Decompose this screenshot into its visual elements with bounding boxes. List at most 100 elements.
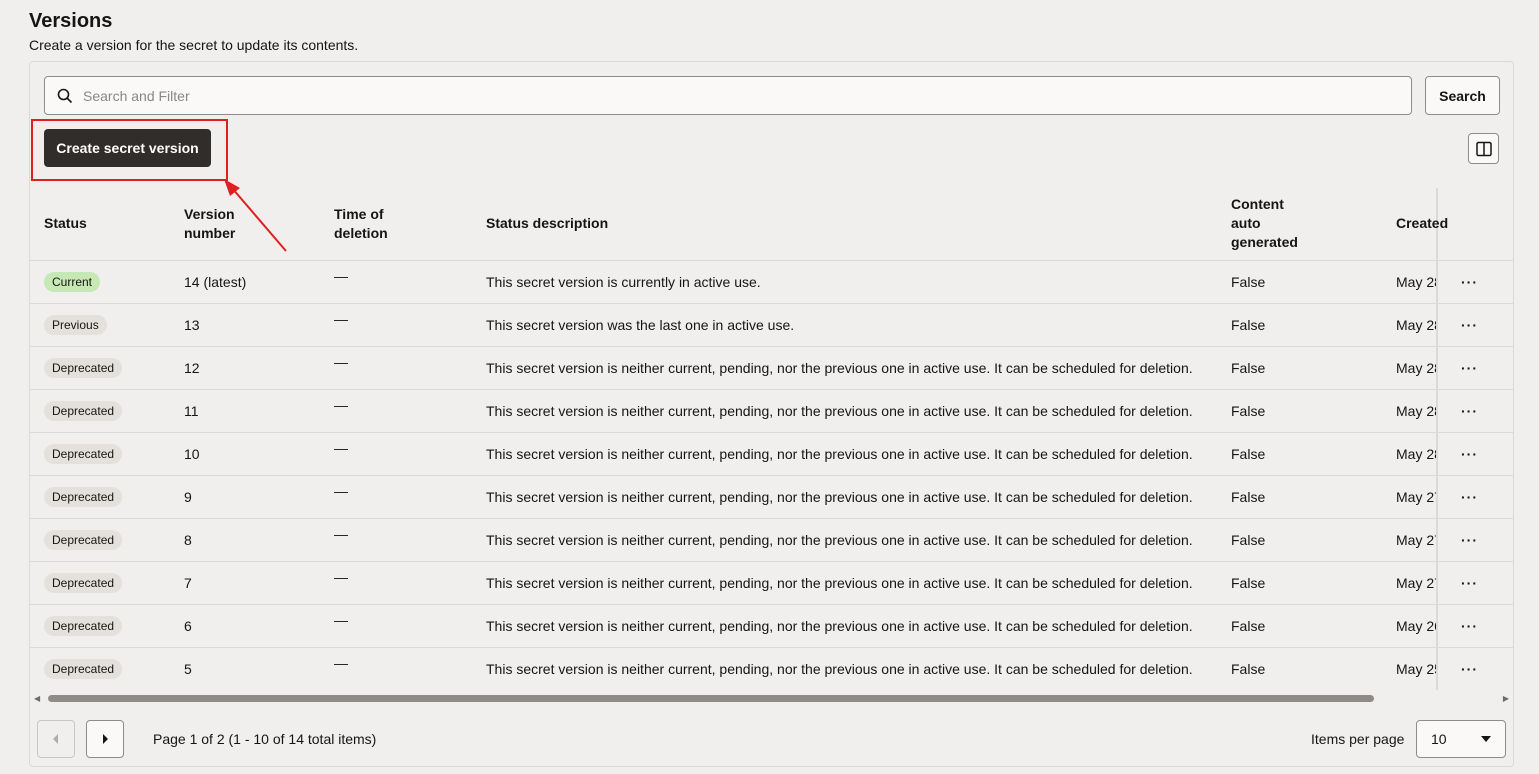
more-actions-icon[interactable]: ··· bbox=[1461, 360, 1478, 376]
created-cell: May 28, 2 bbox=[1382, 432, 1437, 476]
horizontal-scrollbar[interactable]: ◀ ▶ bbox=[34, 694, 1509, 703]
description-cell: This secret version is currently in acti… bbox=[472, 260, 1217, 304]
status-cell: Deprecated bbox=[30, 389, 170, 433]
table-row[interactable]: Deprecated 9— This secret version is neith… bbox=[30, 475, 1513, 519]
columns-button[interactable] bbox=[1468, 133, 1499, 164]
table-row[interactable]: Deprecated 11— This secret version is neit… bbox=[30, 389, 1513, 433]
auto-generated-cell: False bbox=[1217, 389, 1382, 433]
version-cell: 13 bbox=[170, 303, 320, 347]
overflow-cell bbox=[1501, 475, 1513, 519]
auto-generated-cell: False bbox=[1217, 604, 1382, 648]
header-status-description[interactable]: Status description bbox=[472, 188, 1217, 261]
page-subtitle: Create a version for the secret to updat… bbox=[29, 37, 359, 53]
deletion-cell: — bbox=[320, 432, 472, 476]
row-actions-cell[interactable]: ··· bbox=[1436, 647, 1501, 690]
more-actions-icon[interactable]: ··· bbox=[1461, 661, 1478, 677]
deletion-cell: — bbox=[320, 561, 472, 605]
more-actions-icon[interactable]: ··· bbox=[1461, 489, 1478, 505]
table-row[interactable]: Deprecated 12— This secret version is neit… bbox=[30, 346, 1513, 390]
deletion-cell: — bbox=[320, 260, 472, 304]
version-cell: 10 bbox=[170, 432, 320, 476]
created-cell: May 27, 2 bbox=[1382, 561, 1437, 605]
version-cell: 6 bbox=[170, 604, 320, 648]
row-actions-cell[interactable]: ··· bbox=[1436, 475, 1501, 519]
deletion-cell: — bbox=[320, 303, 472, 347]
next-page-button[interactable] bbox=[86, 720, 124, 758]
status-badge: Deprecated bbox=[44, 443, 123, 464]
header-content-auto-generated[interactable]: Content auto generated bbox=[1217, 188, 1382, 261]
caret-left-icon bbox=[53, 734, 58, 744]
auto-generated-cell: False bbox=[1217, 260, 1382, 304]
description-cell: This secret version is neither current, … bbox=[472, 647, 1217, 690]
status-badge: Deprecated bbox=[44, 572, 123, 593]
scroll-right-icon[interactable]: ▶ bbox=[1503, 694, 1509, 703]
row-actions-cell[interactable]: ··· bbox=[1436, 260, 1501, 304]
more-actions-icon[interactable]: ··· bbox=[1461, 317, 1478, 333]
status-cell: Deprecated bbox=[30, 475, 170, 519]
search-button[interactable]: Search bbox=[1425, 76, 1500, 115]
status-cell: Current bbox=[30, 260, 170, 304]
overflow-cell bbox=[1501, 389, 1513, 433]
table-row[interactable]: Previous 13— This secret version was the l… bbox=[30, 303, 1513, 347]
header-created[interactable]: Created bbox=[1382, 188, 1448, 261]
auto-generated-cell: False bbox=[1217, 561, 1382, 605]
row-actions-cell[interactable]: ··· bbox=[1436, 389, 1501, 433]
status-cell: Deprecated bbox=[30, 518, 170, 562]
table-header-row: Status Version number Time of deletion S… bbox=[30, 188, 1513, 261]
version-cell: 7 bbox=[170, 561, 320, 605]
search-input[interactable] bbox=[83, 87, 1383, 104]
deletion-cell: — bbox=[320, 475, 472, 519]
overflow-cell bbox=[1501, 260, 1513, 304]
auto-generated-cell: False bbox=[1217, 475, 1382, 519]
row-actions-cell[interactable]: ··· bbox=[1436, 518, 1501, 562]
row-actions-cell[interactable]: ··· bbox=[1436, 561, 1501, 605]
table-row[interactable]: Deprecated 8— This secret version is neith… bbox=[30, 518, 1513, 562]
more-actions-icon[interactable]: ··· bbox=[1461, 446, 1478, 462]
chevron-down-icon bbox=[1481, 736, 1491, 742]
description-cell: This secret version is neither current, … bbox=[472, 389, 1217, 433]
more-actions-icon[interactable]: ··· bbox=[1461, 532, 1478, 548]
versions-panel: Search Create secret version Status Vers… bbox=[29, 61, 1514, 767]
scroll-left-icon[interactable]: ◀ bbox=[34, 694, 40, 703]
status-cell: Previous bbox=[30, 303, 170, 347]
auto-generated-cell: False bbox=[1217, 303, 1382, 347]
auto-generated-cell: False bbox=[1217, 647, 1382, 690]
description-cell: This secret version is neither current, … bbox=[472, 475, 1217, 519]
created-cell: May 28, 2 bbox=[1382, 260, 1437, 304]
version-cell: 5 bbox=[170, 647, 320, 690]
items-per-page-select[interactable]: 10 bbox=[1416, 720, 1506, 758]
versions-table-container: Status Version number Time of deletion S… bbox=[30, 188, 1513, 690]
more-actions-icon[interactable]: ··· bbox=[1461, 403, 1478, 419]
table-row[interactable]: Deprecated 5— This secret version is neith… bbox=[30, 647, 1513, 690]
more-actions-icon[interactable]: ··· bbox=[1461, 575, 1478, 591]
search-field[interactable] bbox=[44, 76, 1412, 115]
status-badge: Deprecated bbox=[44, 615, 123, 636]
table-row[interactable]: Deprecated 6— This secret version is neith… bbox=[30, 604, 1513, 648]
table-row[interactable]: Deprecated 7— This secret version is neith… bbox=[30, 561, 1513, 605]
created-cell: May 28, 2 bbox=[1382, 346, 1437, 390]
version-cell: 9 bbox=[170, 475, 320, 519]
header-version-number[interactable]: Version number bbox=[170, 188, 320, 261]
created-cell: May 26, 2 bbox=[1382, 604, 1437, 648]
items-per-page-value: 10 bbox=[1431, 731, 1447, 747]
description-cell: This secret version is neither current, … bbox=[472, 561, 1217, 605]
row-actions-cell[interactable]: ··· bbox=[1436, 604, 1501, 648]
row-actions-cell[interactable]: ··· bbox=[1436, 346, 1501, 390]
more-actions-icon[interactable]: ··· bbox=[1461, 618, 1478, 634]
table-row[interactable]: Deprecated 10— This secret version is neit… bbox=[30, 432, 1513, 476]
pagination-info: Page 1 of 2 (1 - 10 of 14 total items) bbox=[153, 731, 377, 747]
auto-generated-cell: False bbox=[1217, 432, 1382, 476]
row-actions-cell[interactable]: ··· bbox=[1436, 432, 1501, 476]
status-cell: Deprecated bbox=[30, 432, 170, 476]
status-badge: Previous bbox=[44, 314, 107, 335]
created-cell: May 27, 2 bbox=[1382, 518, 1437, 562]
header-status[interactable]: Status bbox=[30, 188, 170, 261]
scrollbar-thumb[interactable] bbox=[48, 695, 1374, 702]
header-time-of-deletion[interactable]: Time of deletion bbox=[320, 188, 472, 261]
previous-page-button[interactable] bbox=[37, 720, 75, 758]
table-row[interactable]: Current 14 (latest) — This secret version i… bbox=[30, 260, 1513, 304]
row-actions-cell[interactable]: ··· bbox=[1436, 303, 1501, 347]
description-cell: This secret version was the last one in … bbox=[472, 303, 1217, 347]
more-actions-icon[interactable]: ··· bbox=[1461, 274, 1478, 290]
status-badge: Current bbox=[44, 271, 101, 292]
